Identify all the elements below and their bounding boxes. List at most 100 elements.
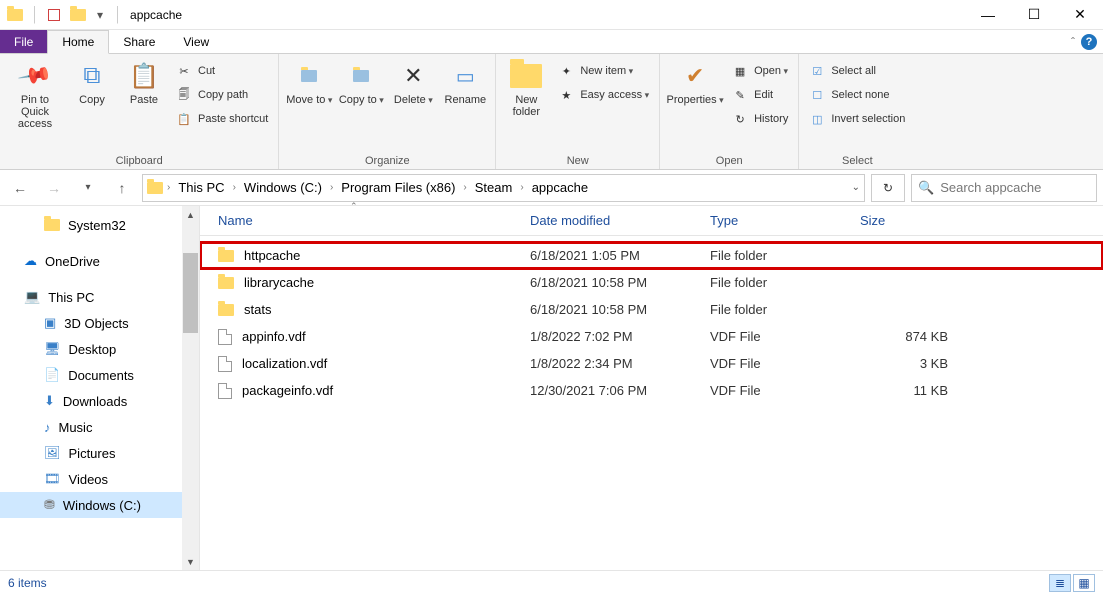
tab-file[interactable]: File [0, 30, 47, 53]
content-pane: Name⌃ Date modified Type Size httpcache6… [200, 206, 1103, 570]
scroll-up-icon[interactable]: ▲ [182, 206, 199, 223]
history-icon: ↻ [732, 111, 748, 127]
up-button[interactable]: ↑ [108, 174, 136, 202]
crumb-windows-c[interactable]: Windows (C:) [240, 180, 326, 195]
documents-icon: 📄 [44, 367, 60, 383]
recent-locations-button[interactable]: ▾ [74, 174, 102, 202]
nav-item-music[interactable]: ♪Music [0, 414, 199, 440]
forward-button[interactable]: → [40, 174, 68, 202]
file-row[interactable]: localization.vdf1/8/2022 2:34 PMVDF File… [200, 350, 1103, 377]
new-item-button[interactable]: ✦New item [554, 60, 653, 82]
tab-home[interactable]: Home [47, 30, 109, 54]
properties-button[interactable]: ✔ Properties [666, 56, 724, 106]
group-clipboard-label: Clipboard [6, 153, 272, 169]
history-button[interactable]: ↻History [728, 108, 792, 130]
this-pc-icon: 💻 [24, 289, 40, 305]
column-name[interactable]: Name⌃ [200, 213, 530, 228]
edit-button[interactable]: ✎Edit [728, 84, 792, 106]
ribbon-collapse-icon[interactable]: ˆ [1071, 35, 1075, 49]
qat-properties-icon[interactable] [43, 4, 65, 26]
nav-item-windows-c[interactable]: ⛃Windows (C:) [0, 492, 199, 518]
column-size[interactable]: Size [860, 213, 960, 228]
crumb-program-files[interactable]: Program Files (x86) [337, 180, 459, 195]
file-date: 6/18/2021 10:58 PM [530, 275, 710, 290]
select-all-button[interactable]: ☑Select all [805, 60, 909, 82]
close-button[interactable]: ✕ [1057, 0, 1103, 30]
pin-label: Pin to Quick access [6, 94, 64, 130]
nav-scrollbar[interactable]: ▲ ▼ [182, 206, 199, 570]
search-icon: 🔍 [918, 180, 934, 196]
refresh-button[interactable]: ↻ [871, 174, 905, 202]
new-folder-button[interactable]: New folder [502, 56, 550, 118]
cut-button[interactable]: ✂Cut [172, 60, 272, 82]
file-date: 1/8/2022 2:34 PM [530, 356, 710, 371]
column-type[interactable]: Type [710, 213, 860, 228]
file-row[interactable]: stats6/18/2021 10:58 PMFile folder [200, 296, 1103, 323]
pin-quick-access-button[interactable]: 📌 Pin to Quick access [6, 56, 64, 130]
chevron-right-icon[interactable]: › [330, 182, 333, 193]
file-type: File folder [710, 248, 860, 263]
tab-share[interactable]: Share [109, 30, 169, 53]
minimize-button[interactable]: — [965, 0, 1011, 30]
music-icon: ♪ [44, 420, 51, 435]
invert-selection-button[interactable]: ◫Invert selection [805, 108, 909, 130]
open-button[interactable]: ▦Open [728, 60, 792, 82]
delete-button[interactable]: ✕ Delete [389, 56, 437, 106]
nav-item-videos[interactable]: 🎞Videos [0, 466, 199, 492]
rename-button[interactable]: ▭ Rename [441, 56, 489, 106]
paste-button[interactable]: 📋 Paste [120, 56, 168, 106]
crumb-this-pc[interactable]: This PC [174, 180, 228, 195]
move-to-button[interactable]: Move to [285, 56, 333, 106]
copy-path-button[interactable]: 🗐Copy path [172, 84, 272, 106]
file-row[interactable]: appinfo.vdf1/8/2022 7:02 PMVDF File874 K… [200, 323, 1103, 350]
file-row[interactable]: httpcache6/18/2021 1:05 PMFile folder [200, 242, 1103, 269]
easy-access-icon: ★ [558, 87, 574, 103]
tab-view[interactable]: View [169, 30, 223, 53]
paste-shortcut-button[interactable]: 📋Paste shortcut [172, 108, 272, 130]
qat-newfolder-icon[interactable] [67, 4, 89, 26]
crumb-appcache[interactable]: appcache [528, 180, 592, 195]
crumb-steam[interactable]: Steam [471, 180, 517, 195]
objects3d-icon: ▣ [44, 315, 56, 331]
nav-item-3d-objects[interactable]: ▣3D Objects [0, 310, 199, 336]
file-size: 874 KB [860, 329, 948, 344]
search-box[interactable]: 🔍 Search appcache [911, 174, 1097, 202]
copy-button[interactable]: ⧉ Copy [68, 56, 116, 106]
select-none-button[interactable]: ☐Select none [805, 84, 909, 106]
title-bar: ▾ appcache — ☐ ✕ [0, 0, 1103, 30]
chevron-right-icon[interactable]: › [463, 182, 466, 193]
nav-item-downloads[interactable]: ⬇Downloads [0, 388, 199, 414]
nav-item-desktop[interactable]: 🖥Desktop [0, 336, 199, 362]
nav-item-pictures[interactable]: 🖼Pictures [0, 440, 199, 466]
select-all-icon: ☑ [809, 63, 825, 79]
chevron-right-icon[interactable]: › [520, 182, 523, 193]
qat-customize-icon[interactable]: ▾ [91, 8, 109, 22]
desktop-icon: 🖥 [44, 341, 61, 357]
nav-item-onedrive[interactable]: ☁OneDrive [0, 248, 199, 274]
scroll-down-icon[interactable]: ▼ [182, 553, 199, 570]
delete-icon: ✕ [397, 60, 429, 92]
file-row[interactable]: librarycache6/18/2021 10:58 PMFile folde… [200, 269, 1103, 296]
paste-icon: 📋 [128, 60, 160, 92]
chevron-right-icon[interactable]: › [167, 182, 170, 193]
address-dropdown-icon[interactable]: ⌄ [852, 182, 860, 193]
address-bar[interactable]: › This PC › Windows (C:) › Program Files… [142, 174, 865, 202]
column-date[interactable]: Date modified [530, 213, 710, 228]
nav-item-system32[interactable]: System32 [0, 212, 199, 238]
chevron-right-icon[interactable]: › [233, 182, 236, 193]
view-details-button[interactable]: ≣ [1049, 574, 1071, 592]
rename-icon: ▭ [449, 60, 481, 92]
copy-to-button[interactable]: Copy to [337, 56, 385, 106]
file-row[interactable]: packageinfo.vdf12/30/2021 7:06 PMVDF Fil… [200, 377, 1103, 404]
group-new: New folder ✦New item ★Easy access New [496, 54, 660, 169]
help-icon[interactable]: ? [1081, 34, 1097, 50]
maximize-button[interactable]: ☐ [1011, 0, 1057, 30]
scroll-thumb[interactable] [183, 253, 198, 333]
easy-access-button[interactable]: ★Easy access [554, 84, 653, 106]
nav-item-this-pc[interactable]: 💻This PC [0, 284, 199, 310]
move-to-icon [293, 60, 325, 92]
nav-item-documents[interactable]: 📄Documents [0, 362, 199, 388]
address-folder-icon [147, 182, 163, 194]
back-button[interactable]: ← [6, 174, 34, 202]
view-icons-button[interactable]: ▦ [1073, 574, 1095, 592]
